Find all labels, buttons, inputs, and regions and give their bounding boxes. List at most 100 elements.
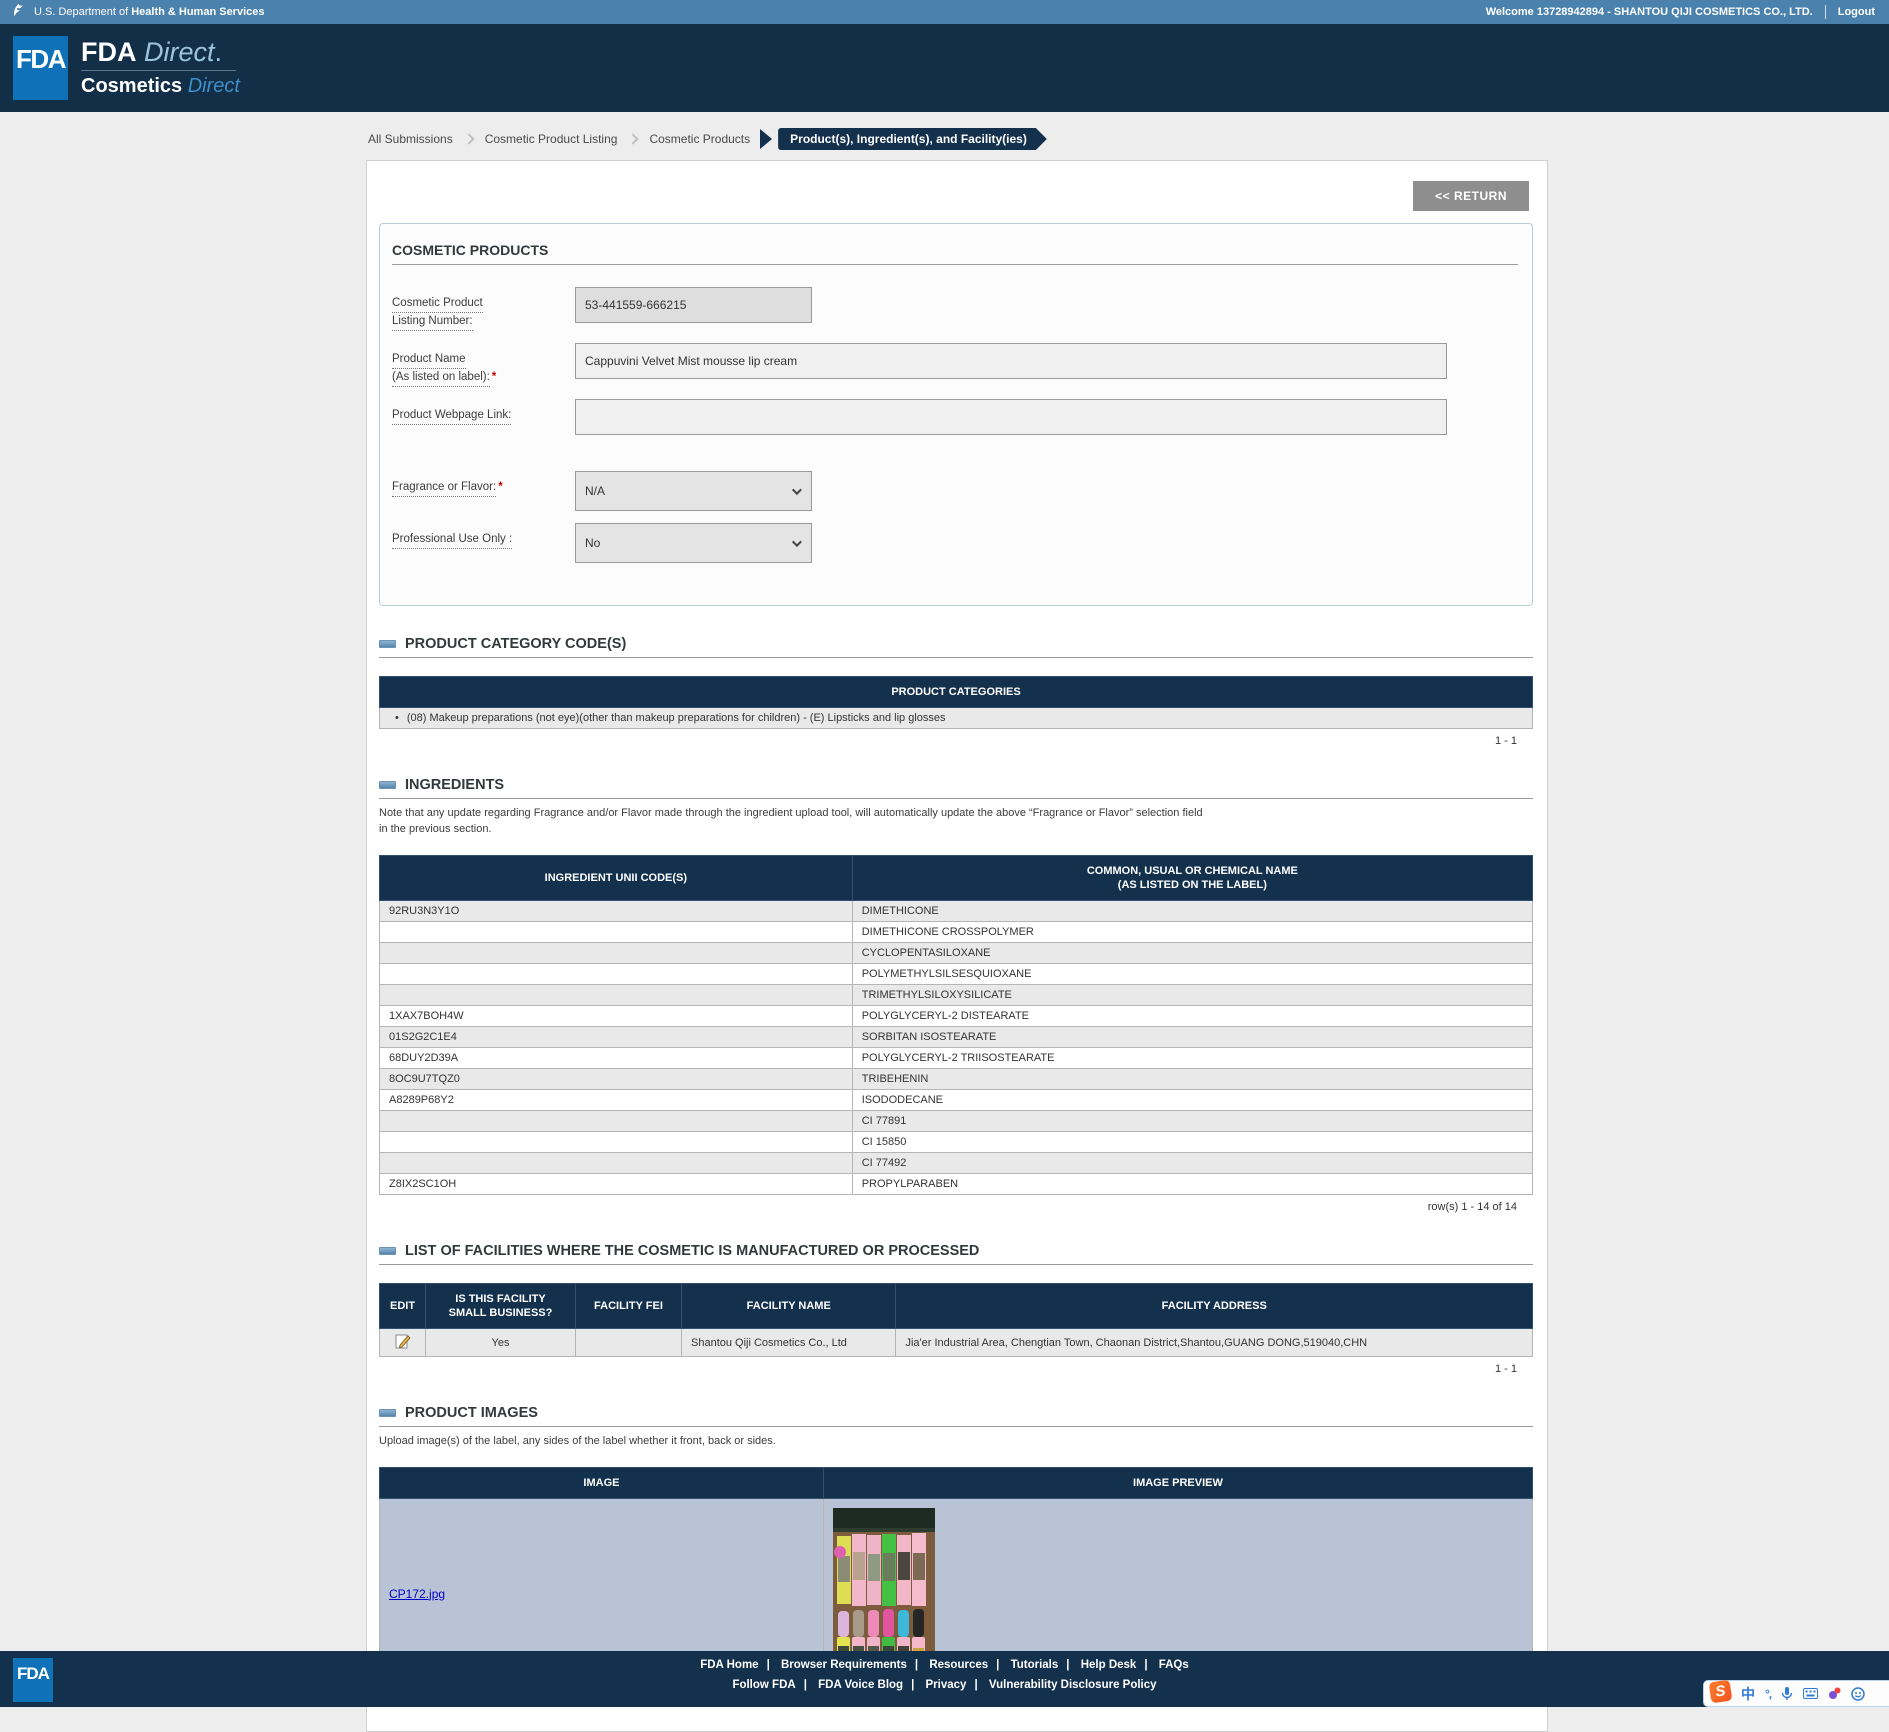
- breadcrumb-arrowhead-icon: [760, 129, 772, 149]
- unii-code: Z8IX2SC1OH: [380, 1174, 853, 1195]
- ingredients-section-title: INGREDIENTS: [405, 777, 504, 793]
- footer-link-fda-voice-blog[interactable]: FDA Voice Blog: [818, 1679, 903, 1691]
- footer-link-tutorials[interactable]: Tutorials: [1011, 1659, 1059, 1671]
- facility-address: Jia'er Industrial Area, Chengtian Town, …: [896, 1329, 1533, 1357]
- ingredient-name: ISODODECANE: [852, 1090, 1532, 1111]
- ime-punctuation-icon[interactable]: °,: [1765, 1687, 1771, 1701]
- ime-keyboard-icon[interactable]: [1803, 1688, 1818, 1699]
- ingredients-table: INGREDIENT UNII CODE(S) COMMON, USUAL OR…: [379, 855, 1533, 1195]
- chevron-down-icon: [792, 537, 802, 547]
- table-row: CI 77492: [380, 1153, 1533, 1174]
- footer-link-resources[interactable]: Resources: [929, 1659, 988, 1671]
- unii-code: 8OC9U7TQZ0: [380, 1069, 853, 1090]
- table-row: 68DUY2D39APOLYGLYCERYL-2 TRIISOSTEARATE: [380, 1048, 1533, 1069]
- product-images-note: Upload image(s) of the label, any sides …: [379, 1433, 1533, 1449]
- footer-link-follow-fda[interactable]: Follow FDA: [732, 1679, 795, 1691]
- webpage-link-input[interactable]: [575, 399, 1447, 435]
- table-row: 8OC9U7TQZ0TRIBEHENIN: [380, 1069, 1533, 1090]
- breadcrumb-all-submissions[interactable]: All Submissions: [368, 132, 453, 146]
- unii-code: 1XAX7BOH4W: [380, 1006, 853, 1027]
- unii-code: [380, 985, 853, 1006]
- chevron-right-icon: [628, 133, 639, 144]
- fragrance-selected-value: N/A: [585, 484, 605, 498]
- table-row: DIMETHICONE CROSSPOLYMER: [380, 922, 1533, 943]
- ingredient-name: CI 77492: [852, 1153, 1532, 1174]
- product-name-input[interactable]: [575, 343, 1447, 379]
- table-row: CI 15850: [380, 1132, 1533, 1153]
- bullet-icon: •: [395, 712, 399, 724]
- unii-code: 92RU3N3Y1O: [380, 901, 853, 922]
- page-footer: FDA FDA Home| Browser Requirements| Reso…: [0, 1651, 1889, 1707]
- collapse-dash-icon[interactable]: [379, 781, 396, 789]
- table-row: 01S2G2C1E4SORBITAN ISOSTEARATE: [380, 1027, 1533, 1048]
- facilities-section-title: LIST OF FACILITIES WHERE THE COSMETIC IS…: [405, 1243, 979, 1259]
- app-title-italic: Direct: [144, 37, 215, 67]
- breadcrumb-current-page: Product(s), Ingredient(s), and Facility(…: [778, 128, 1047, 150]
- fragrance-row: Fragrance or Flavor:* N/A: [392, 471, 1518, 511]
- edit-facility-button[interactable]: [395, 1333, 411, 1349]
- ingredient-name: SORBITAN ISOSTEARATE: [852, 1027, 1532, 1048]
- footer-link-vulnerability-disclosure[interactable]: Vulnerability Disclosure Policy: [989, 1679, 1157, 1691]
- footer-link-browser-requirements[interactable]: Browser Requirements: [781, 1659, 907, 1671]
- professional-use-select[interactable]: No: [575, 523, 812, 563]
- breadcrumb-cosmetic-product-listing[interactable]: Cosmetic Product Listing: [485, 132, 618, 146]
- ingredients-section-header: INGREDIENTS: [379, 777, 1533, 799]
- ime-chinese-mode-icon[interactable]: 中: [1741, 1684, 1755, 1704]
- unii-code: [380, 964, 853, 985]
- ime-microphone-icon[interactable]: [1781, 1687, 1793, 1701]
- table-row: CI 77891: [380, 1111, 1533, 1132]
- app-title-dot: .: [215, 37, 223, 67]
- ingredient-name: PROPYLPARABEN: [852, 1174, 1532, 1195]
- listing-number-label: Cosmetic Product Listing Number:: [392, 287, 575, 331]
- facility-fei: [575, 1329, 681, 1357]
- logout-link[interactable]: Logout: [1838, 6, 1875, 18]
- collapse-dash-icon[interactable]: [379, 640, 396, 648]
- collapse-dash-icon[interactable]: [379, 1247, 396, 1255]
- topbar-divider: [1825, 5, 1826, 19]
- category-table-header: PRODUCT CATEGORIES: [380, 677, 1533, 708]
- table-row: TRIMETHYLSILOXYSILICATE: [380, 985, 1533, 1006]
- facility-fei-column-header: FACILITY FEI: [575, 1284, 681, 1329]
- listing-number-input[interactable]: [575, 287, 812, 323]
- ingredient-name: DIMETHICONE: [852, 901, 1532, 922]
- ingredient-name: POLYMETHYLSILSESQUIOXANE: [852, 964, 1532, 985]
- category-section-title: PRODUCT CATEGORY CODE(S): [405, 636, 626, 652]
- footer-link-fda-home[interactable]: FDA Home: [700, 1659, 758, 1671]
- unii-code: [380, 1132, 853, 1153]
- footer-link-help-desk[interactable]: Help Desk: [1081, 1659, 1137, 1671]
- app-subtitle-italic: Direct: [188, 75, 240, 97]
- webpage-link-label: Product Webpage Link:: [392, 399, 575, 425]
- app-title: FDA Direct.: [81, 37, 236, 71]
- hhs-eagle-icon: [10, 2, 27, 22]
- product-name-row: Product Name (As listed on label):*: [392, 343, 1518, 387]
- image-column-header: IMAGE: [380, 1468, 824, 1499]
- category-section-header: PRODUCT CATEGORY CODE(S): [379, 636, 1533, 658]
- sogou-logo-icon[interactable]: S: [1709, 1680, 1733, 1704]
- footer-link-privacy[interactable]: Privacy: [926, 1679, 967, 1691]
- facilities-section-header: LIST OF FACILITIES WHERE THE COSMETIC IS…: [379, 1243, 1533, 1265]
- ingredients-note: Note that any update regarding Fragrance…: [379, 805, 1533, 837]
- edit-column-header: EDIT: [380, 1284, 426, 1329]
- ingredient-name: CI 77891: [852, 1111, 1532, 1132]
- table-row: Yes Shantou Qiji Cosmetics Co., Ltd Jia'…: [380, 1329, 1533, 1357]
- ingredient-name: TRIBEHENIN: [852, 1069, 1532, 1090]
- app-header: FDA FDA Direct. Cosmetics Direct: [0, 24, 1889, 112]
- return-button[interactable]: << RETURN: [1413, 181, 1529, 211]
- ime-skin-icon[interactable]: [1828, 1687, 1841, 1700]
- image-file-link[interactable]: CP172.jpg: [389, 1587, 445, 1601]
- required-asterisk: *: [492, 371, 496, 383]
- app-titles: FDA Direct. Cosmetics Direct: [81, 37, 240, 99]
- ime-emoji-icon[interactable]: [1851, 1687, 1865, 1701]
- fragrance-select[interactable]: N/A: [575, 471, 812, 511]
- main-content-card: << RETURN COSMETIC PRODUCTS Cosmetic Pro…: [366, 160, 1548, 1732]
- footer-link-faqs[interactable]: FAQs: [1159, 1659, 1189, 1671]
- facility-name: Shantou Qiji Cosmetics Co., Ltd: [682, 1329, 896, 1357]
- unii-code: [380, 943, 853, 964]
- ingredients-pagination: row(s) 1 - 14 of 14: [379, 1201, 1517, 1213]
- cosmetic-products-panel: COSMETIC PRODUCTS Cosmetic Product Listi…: [379, 223, 1533, 606]
- breadcrumb-cosmetic-products[interactable]: Cosmetic Products: [649, 132, 750, 146]
- unii-code: [380, 1153, 853, 1174]
- unii-code: [380, 1111, 853, 1132]
- collapse-dash-icon[interactable]: [379, 1409, 396, 1417]
- facility-address-column-header: FACILITY ADDRESS: [896, 1284, 1533, 1329]
